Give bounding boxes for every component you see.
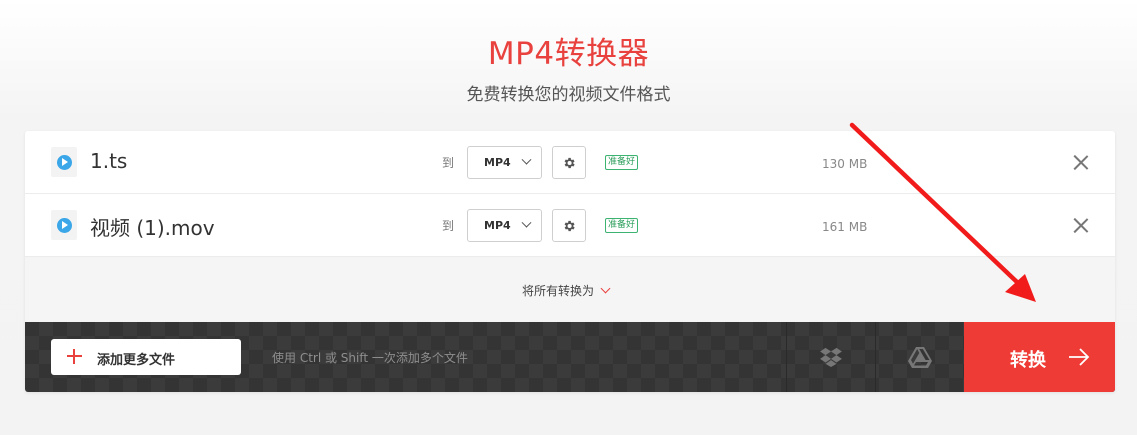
settings-button[interactable] bbox=[552, 209, 586, 242]
file-row: 视频 (1).mov 到 MP4 准备好 161 MB bbox=[25, 194, 1115, 257]
convert-button[interactable]: 转换 bbox=[964, 322, 1115, 392]
to-label: 到 bbox=[442, 156, 455, 170]
convert-all-bar: 将所有转换为 bbox=[25, 258, 1115, 322]
hint-text: 使用 Ctrl 或 Shift 一次添加多个文件 bbox=[272, 351, 468, 365]
format-value: MP4 bbox=[484, 219, 511, 232]
dropbox-icon bbox=[820, 347, 842, 367]
arrow-right-icon bbox=[1069, 348, 1090, 366]
page-subtitle: 免费转换您的视频文件格式 bbox=[466, 85, 671, 105]
file-size: 130 MB bbox=[822, 157, 868, 171]
convert-label: 转换 bbox=[1010, 350, 1046, 371]
convert-all-dropdown[interactable]: 将所有转换为 bbox=[522, 282, 611, 299]
convert-all-label: 将所有转换为 bbox=[522, 284, 595, 298]
plus-icon bbox=[67, 349, 82, 364]
file-row: 1.ts 到 MP4 准备好 130 MB bbox=[25, 131, 1115, 194]
chevron-down-icon bbox=[521, 154, 532, 165]
format-value: MP4 bbox=[484, 156, 511, 169]
settings-button[interactable] bbox=[552, 146, 586, 179]
file-size: 161 MB bbox=[822, 220, 868, 234]
file-name: 1.ts bbox=[90, 149, 128, 173]
video-file-icon bbox=[51, 147, 77, 177]
add-files-button[interactable]: 添加更多文件 bbox=[51, 339, 241, 375]
action-bar: 添加更多文件 使用 Ctrl 或 Shift 一次添加多个文件 转换 bbox=[25, 322, 1115, 392]
google-drive-button[interactable] bbox=[875, 322, 964, 392]
dropbox-button[interactable] bbox=[786, 322, 875, 392]
status-badge: 准备好 bbox=[605, 155, 639, 170]
play-icon bbox=[56, 154, 72, 170]
converter-panel: 1.ts 到 MP4 准备好 130 MB 视频 (1).mov 到 MP4 准… bbox=[25, 131, 1115, 392]
google-drive-icon bbox=[908, 346, 932, 368]
play-icon bbox=[56, 217, 72, 233]
format-select[interactable]: MP4 bbox=[467, 146, 542, 179]
add-files-label: 添加更多文件 bbox=[97, 353, 176, 368]
format-select[interactable]: MP4 bbox=[467, 209, 542, 242]
gear-icon bbox=[564, 157, 575, 168]
video-file-icon bbox=[51, 210, 77, 240]
gear-icon bbox=[564, 220, 575, 231]
page-title: MP4转换器 bbox=[487, 36, 650, 72]
chevron-down-icon bbox=[521, 217, 532, 228]
file-name: 视频 (1).mov bbox=[90, 216, 215, 240]
to-label: 到 bbox=[442, 219, 455, 233]
close-icon[interactable] bbox=[1072, 216, 1090, 234]
chevron-down-icon bbox=[600, 283, 611, 294]
close-icon[interactable] bbox=[1072, 153, 1090, 171]
status-badge: 准备好 bbox=[605, 218, 639, 233]
